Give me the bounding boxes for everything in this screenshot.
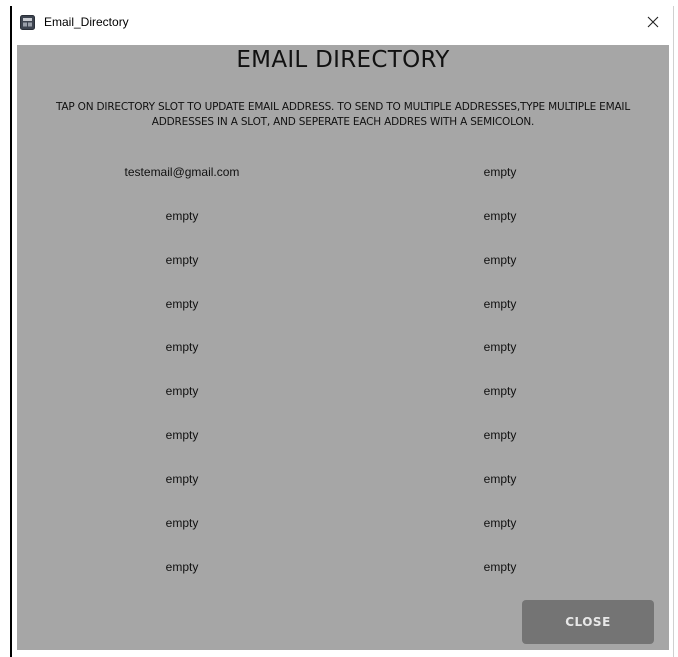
page-title: EMAIL DIRECTORY <box>236 47 450 73</box>
directory-slot-7[interactable]: empty <box>32 291 332 317</box>
directory-slot-5[interactable]: empty <box>32 247 332 273</box>
directory-slot-17[interactable]: empty <box>32 510 332 536</box>
directory-slot-16[interactable]: empty <box>350 466 650 492</box>
directory-slot-14[interactable]: empty <box>350 422 650 448</box>
close-icon <box>647 16 659 28</box>
email-directory-app-icon <box>20 15 35 30</box>
directory-slot-20[interactable]: empty <box>350 554 650 580</box>
directory-slot-11[interactable]: empty <box>32 378 332 404</box>
directory-slot-1[interactable]: testemail@gmail.com <box>32 159 332 185</box>
window-title: Email_Directory <box>44 15 129 29</box>
directory-slot-13[interactable]: empty <box>32 422 332 448</box>
directory-slot-10[interactable]: empty <box>350 334 650 360</box>
email-directory-panel: EMAIL DIRECTORY TAP ON DIRECTORY SLOT TO… <box>17 45 669 650</box>
directory-slot-3[interactable]: empty <box>32 203 332 229</box>
email-directory-window: Email_Directory EMAIL DIRECTORY TAP ON D… <box>10 6 674 657</box>
directory-slot-9[interactable]: empty <box>32 334 332 360</box>
directory-slot-12[interactable]: empty <box>350 378 650 404</box>
instructions-text: TAP ON DIRECTORY SLOT TO UPDATE EMAIL AD… <box>56 101 630 128</box>
directory-slot-4[interactable]: empty <box>350 203 650 229</box>
window-close-button[interactable] <box>633 6 673 38</box>
directory-slot-8[interactable]: empty <box>350 291 650 317</box>
directory-slot-6[interactable]: empty <box>350 247 650 273</box>
directory-slot-19[interactable]: empty <box>32 554 332 580</box>
close-button[interactable]: CLOSE <box>522 600 654 644</box>
directory-slot-18[interactable]: empty <box>350 510 650 536</box>
title-bar: Email_Directory <box>12 6 673 38</box>
directory-slot-15[interactable]: empty <box>32 466 332 492</box>
directory-slot-2[interactable]: empty <box>350 159 650 185</box>
